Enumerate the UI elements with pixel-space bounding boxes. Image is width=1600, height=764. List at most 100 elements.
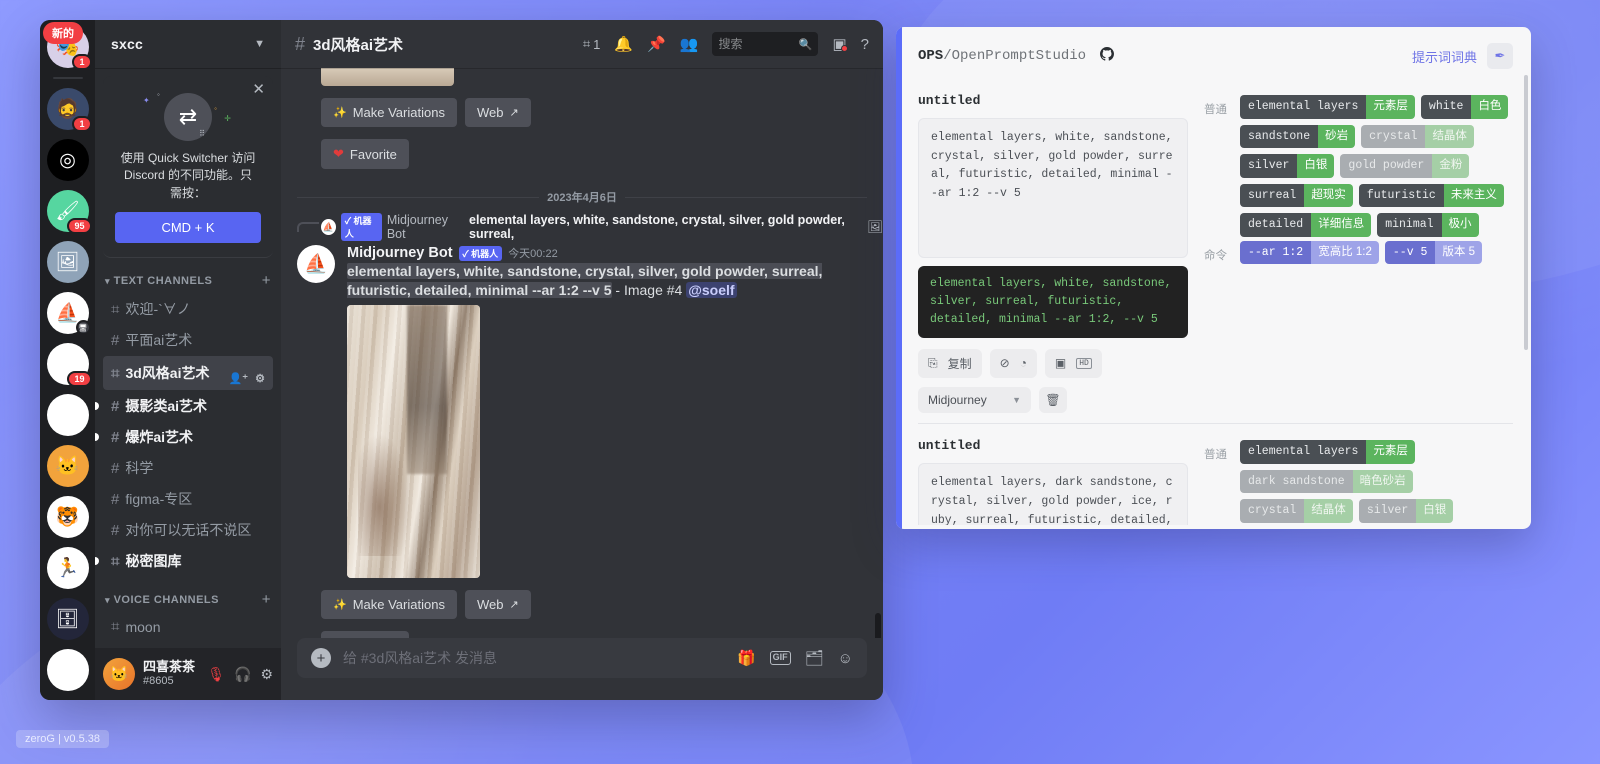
image-group[interactable]: ▣ HD — [1045, 349, 1102, 378]
prompt-tag[interactable]: surreal超现实 — [1240, 184, 1353, 208]
prompt-tag[interactable]: detailed详细信息 — [1240, 213, 1371, 237]
gif-icon[interactable]: GIF — [770, 651, 791, 665]
user-panel[interactable]: 🐱 四喜茶茶 #8605 🎙 🎧 ⚙ — [95, 648, 281, 700]
web-button[interactable]: Web ↗ — [465, 590, 531, 619]
message-composer[interactable]: + 🎁 GIF 🗂 ☺ — [297, 638, 867, 678]
prompt-tag[interactable]: elemental layers元素层 — [1240, 95, 1415, 119]
sidebar-item-秘密图库[interactable]: ⌗秘密图库 — [103, 546, 273, 576]
sidebar-item-3d风格ai艺术[interactable]: ⌗3d风格ai艺术👤⁺⚙ — [103, 356, 273, 390]
prompt-tag[interactable]: --v 5版本 5 — [1385, 241, 1482, 265]
gear-icon[interactable]: ⚙ — [260, 666, 273, 683]
prompt-tag[interactable]: sandstone砂岩 — [1240, 125, 1355, 149]
model-select[interactable]: Midjourney▼ — [918, 387, 1031, 413]
message-scrollbar[interactable] — [875, 613, 881, 638]
prompt-tag[interactable]: dark sandstone暗色砂岩 — [1240, 470, 1413, 494]
help-icon[interactable]: ? — [861, 36, 869, 53]
gear-icon[interactable]: ⚙ — [255, 372, 265, 385]
message-input[interactable] — [343, 650, 725, 666]
negative-group[interactable]: ⊘◔ — [990, 349, 1037, 378]
sidebar-item-爆炸ai艺术[interactable]: #爆炸ai艺术 — [103, 422, 273, 452]
sidebar-item-平面ai艺术[interactable]: #平面ai艺术 — [103, 325, 273, 355]
gift-icon[interactable]: 🎁 — [737, 649, 756, 667]
hd-icon[interactable]: HD — [1076, 358, 1092, 369]
voice-channel-list[interactable]: ⌗moon — [95, 613, 281, 640]
make-variations-button[interactable]: ✨ Make Variations — [321, 98, 457, 127]
sidebar-item-科学[interactable]: #科学 — [103, 453, 273, 483]
ops-scrollbar[interactable] — [1524, 75, 1528, 350]
prompt-textarea[interactable]: elemental layers, white, sandstone, crys… — [918, 118, 1188, 258]
favorite-button[interactable]: ❤ Favorite — [321, 631, 409, 638]
bell-icon[interactable]: 🔔 — [614, 35, 633, 53]
palette-icon[interactable]: ◔ — [1020, 357, 1027, 371]
sticker-icon[interactable]: 🗂 — [805, 649, 824, 667]
threads-icon[interactable]: ⌗1 — [583, 36, 601, 52]
emoji-icon[interactable]: ☺ — [838, 650, 853, 667]
message-author[interactable]: Midjourney Bot — [347, 245, 453, 261]
prompt-tag[interactable]: --ar 1:2宽高比 1:2 — [1240, 241, 1379, 265]
prompt-tag[interactable]: silver白银 — [1359, 499, 1453, 523]
prompt-dictionary-link[interactable]: 提示词词典 — [1412, 47, 1477, 66]
copy-button[interactable]: ⎘复制 — [918, 349, 982, 378]
guild-rail[interactable]: 新的 🎭1🧔1◎🖌95🖼⛵🖥P19❁🐱🐯🏃🗄▦◐❤ — [40, 20, 95, 700]
reply-reference[interactable]: ⛵ ✓ 机器人 Midjourney Bot elemental layers,… — [321, 213, 883, 241]
prompt-card-title[interactable]: untitled — [918, 438, 1188, 453]
guild-cat[interactable]: 🐱 — [47, 445, 89, 487]
voice-channels-header[interactable]: ▾ VOICE CHANNELS + — [95, 577, 281, 612]
add-text-channel-icon[interactable]: + — [262, 272, 271, 289]
prompt-card-title[interactable]: untitled — [918, 93, 1188, 108]
image-icon[interactable]: ▣ — [1055, 356, 1066, 371]
prompt-tag[interactable]: crystal结晶体 — [1240, 499, 1353, 523]
prompt-tag[interactable]: crystal结晶体 — [1361, 125, 1474, 149]
prompt-tag[interactable]: silver白银 — [1240, 154, 1334, 178]
microphone-muted-icon[interactable]: 🎙 — [207, 666, 225, 683]
sidebar-item-对你可以无话不说区[interactable]: #对你可以无话不说区 — [103, 515, 273, 545]
prompt-tag[interactable]: futuristic未来主义 — [1359, 184, 1504, 208]
sidebar-item-moon[interactable]: ⌗moon — [103, 613, 273, 640]
mention[interactable]: @soelf — [686, 282, 736, 298]
guild-tiger[interactable]: 🐯 — [47, 496, 89, 538]
prompt-tag[interactable]: elemental layers元素层 — [1240, 440, 1415, 464]
avatar[interactable]: 🐱 — [103, 658, 135, 690]
pin-icon[interactable]: 📌 — [647, 35, 666, 53]
server-header[interactable]: sxcc ▼ — [95, 20, 281, 68]
generated-image[interactable] — [347, 305, 480, 578]
make-variations-button[interactable]: ✨ Make Variations — [321, 590, 457, 619]
members-icon[interactable]: 👥 — [680, 35, 699, 53]
inbox-icon[interactable]: ▣ — [832, 35, 846, 53]
guild-desk[interactable]: 🗄 — [47, 598, 89, 640]
text-channel-list[interactable]: ⌗欢迎-`∀ノ#平面ai艺术⌗3d风格ai艺术👤⁺⚙#摄影类ai艺术#爆炸ai艺… — [95, 294, 281, 576]
guild-runner[interactable]: 🏃 — [47, 547, 89, 589]
prompt-tag[interactable]: minimal极小 — [1377, 213, 1478, 237]
guild-list[interactable]: 🎭1🧔1◎🖌95🖼⛵🖥P19❁🐱🐯🏃🗄▦◐❤ — [47, 26, 89, 700]
guild-midjourney[interactable]: ⛵🖥 — [47, 292, 89, 334]
guild-blocks[interactable]: ▦ — [47, 649, 89, 691]
search-input[interactable] — [718, 37, 794, 51]
pen-icon[interactable]: ✒ — [1487, 43, 1513, 69]
guild-colorful[interactable]: 🖌95 — [47, 190, 89, 232]
guild-photo[interactable]: 🖼 — [47, 241, 89, 283]
add-voice-channel-icon[interactable]: + — [262, 591, 271, 608]
sidebar-item-摄影类ai艺术[interactable]: #摄影类ai艺术 — [103, 391, 273, 421]
sidebar-item-figma-专区[interactable]: #figma-专区 — [103, 484, 273, 514]
text-channels-header[interactable]: ▾ TEXT CHANNELS + — [95, 258, 281, 293]
headset-icon[interactable]: 🎧 — [234, 666, 251, 683]
favorite-button[interactable]: ❤ Favorite — [321, 139, 409, 169]
prompt-tag[interactable]: gold powder金粉 — [1340, 154, 1469, 178]
prompt-textarea[interactable]: elemental layers, dark sandstone, crysta… — [918, 463, 1188, 525]
attach-icon[interactable]: + — [311, 648, 331, 668]
chevron-down-icon[interactable]: ▼ — [254, 38, 265, 50]
guild-p-logo[interactable]: P19 — [47, 343, 89, 385]
search-box[interactable]: 🔍 — [712, 32, 818, 56]
guild-avatar-2[interactable]: 🧔1 — [47, 88, 89, 130]
invite-icon[interactable]: 👤⁺ — [229, 372, 249, 385]
avatar[interactable]: ⛵ — [297, 245, 335, 283]
guild-openai[interactable]: ◎ — [47, 139, 89, 181]
delete-button[interactable]: 🗑 — [1039, 387, 1067, 413]
sidebar-item-欢迎-`∀ノ[interactable]: ⌗欢迎-`∀ノ — [103, 294, 273, 324]
web-button[interactable]: Web ↗ — [465, 98, 531, 127]
github-icon[interactable] — [1100, 47, 1114, 66]
quick-switcher-button[interactable]: CMD + K — [115, 212, 261, 243]
ban-icon[interactable]: ⊘ — [1000, 356, 1010, 371]
guild-swirl[interactable]: ❁ — [47, 394, 89, 436]
prompt-tag[interactable]: white白色 — [1421, 95, 1509, 119]
